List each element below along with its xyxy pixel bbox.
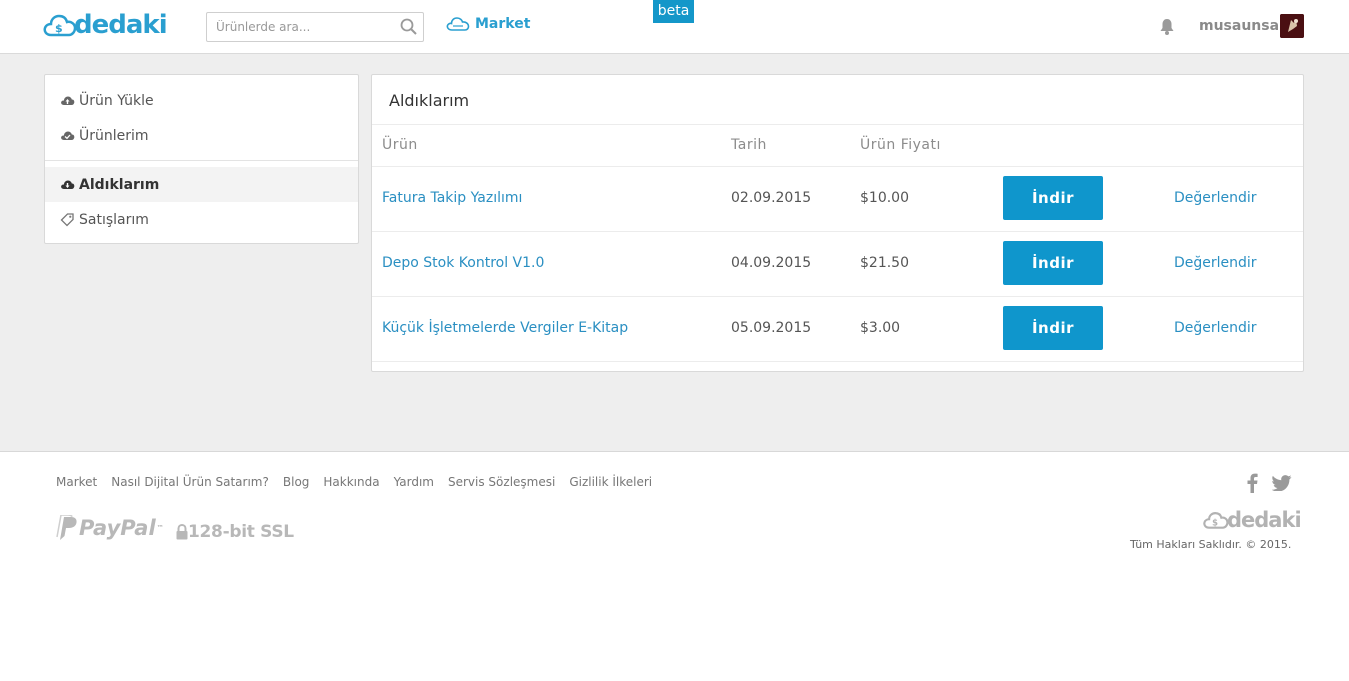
product-link[interactable]: Küçük İşletmelerde Vergiler E-Kitap (382, 320, 628, 336)
product-price: $3.00 (860, 320, 901, 336)
sidebar-item-my-products[interactable]: Ürünlerim (45, 118, 358, 153)
sidebar-item-upload[interactable]: Ürün Yükle (45, 83, 358, 118)
footer-link-blog[interactable]: Blog (283, 475, 310, 489)
account-sidebar: Ürün Yükle Ürünlerim Aldıklarım Satışlar… (44, 74, 359, 244)
cloud-download-icon (59, 177, 75, 193)
copyright-text: Tüm Hakları Saklıdır. © 2015. (1130, 538, 1292, 551)
twitter-icon[interactable] (1272, 475, 1292, 491)
rate-link[interactable]: Değerlendir (1174, 320, 1257, 336)
cloud-icon (446, 17, 470, 31)
tag-icon (59, 212, 75, 228)
sidebar-item-label: Satışlarım (79, 211, 149, 228)
download-button[interactable]: İndir (1003, 241, 1103, 285)
avatar-image-icon (1280, 14, 1304, 38)
purchase-date: 05.09.2015 (731, 320, 812, 336)
cloud-dollar-icon: $ (1203, 512, 1229, 529)
market-link[interactable]: Market (446, 16, 530, 32)
facebook-icon[interactable] (1245, 473, 1259, 493)
logo-text: dedaki (74, 10, 168, 40)
username[interactable]: musaunsal (1199, 18, 1284, 34)
panel-title: Aldıklarım (389, 91, 470, 110)
divider (372, 296, 1303, 297)
divider (372, 361, 1303, 362)
cloud-check-icon (59, 128, 75, 144)
paypal-tm: ™ (156, 524, 164, 532)
beta-badge: beta (653, 0, 694, 23)
product-link[interactable]: Fatura Takip Yazılımı (382, 190, 522, 206)
divider (372, 166, 1303, 167)
purchase-date: 02.09.2015 (731, 190, 812, 206)
paypal-logo: PayPal ™ (55, 515, 164, 541)
avatar[interactable] (1280, 14, 1304, 38)
lock-icon (176, 524, 188, 540)
ssl-badge: 128-bit SSL (176, 522, 294, 542)
column-header-date: Tarih (731, 137, 767, 153)
footer-link-privacy[interactable]: Gizlilik İlkeleri (569, 475, 652, 489)
column-header-price: Ürün Fiyatı (860, 137, 941, 153)
footer-link-about[interactable]: Hakkında (323, 475, 379, 489)
cloud-upload-icon (59, 93, 75, 109)
dedaki-logo[interactable]: $ dedaki (43, 10, 168, 40)
cloud-dollar-icon: $ (43, 14, 77, 37)
sidebar-item-sales[interactable]: Satışlarım (45, 202, 358, 237)
footer-link-terms[interactable]: Servis Sözleşmesi (448, 475, 555, 489)
column-header-product: Ürün (382, 137, 418, 153)
sidebar-item-label: Ürünlerim (79, 127, 149, 144)
bell-icon[interactable] (1159, 18, 1175, 36)
footer-link-market[interactable]: Market (56, 475, 97, 489)
download-button[interactable]: İndir (1003, 176, 1103, 220)
footer-link-help[interactable]: Yardım (394, 475, 434, 489)
paypal-p-icon (56, 515, 77, 540)
search-box (206, 12, 424, 42)
purchase-date: 04.09.2015 (731, 255, 812, 271)
paypal-text: PayPal (79, 516, 156, 540)
footer-dedaki-logo: $ dedaki (1203, 508, 1302, 532)
product-price: $21.50 (860, 255, 909, 271)
footer-logo-text: dedaki (1227, 508, 1302, 532)
rate-link[interactable]: Değerlendir (1174, 190, 1257, 206)
sidebar-divider (45, 160, 358, 161)
ssl-text: 128-bit SSL (188, 522, 294, 542)
rate-link[interactable]: Değerlendir (1174, 255, 1257, 271)
sidebar-item-label: Ürün Yükle (79, 92, 154, 109)
svg-text:$: $ (1212, 517, 1218, 527)
divider (372, 231, 1303, 232)
search-icon[interactable] (400, 18, 418, 36)
market-label: Market (475, 16, 531, 32)
svg-text:$: $ (55, 22, 63, 35)
purchases-panel: Aldıklarım Ürün Tarih Ürün Fiyatı Fatura… (371, 74, 1304, 372)
product-link[interactable]: Depo Stok Kontrol V1.0 (382, 255, 544, 271)
search-input[interactable] (207, 13, 397, 41)
sidebar-item-label: Aldıklarım (79, 176, 160, 193)
sidebar-item-purchases[interactable]: Aldıklarım (45, 167, 358, 202)
top-navbar: $ dedaki Market beta musaunsal (0, 0, 1349, 54)
footer-link-how-to-sell[interactable]: Nasıl Dijital Ürün Satarım? (111, 475, 269, 489)
download-button[interactable]: İndir (1003, 306, 1103, 350)
product-price: $10.00 (860, 190, 909, 206)
footer-nav: Market Nasıl Dijital Ürün Satarım? Blog … (56, 475, 666, 489)
divider (372, 124, 1303, 125)
